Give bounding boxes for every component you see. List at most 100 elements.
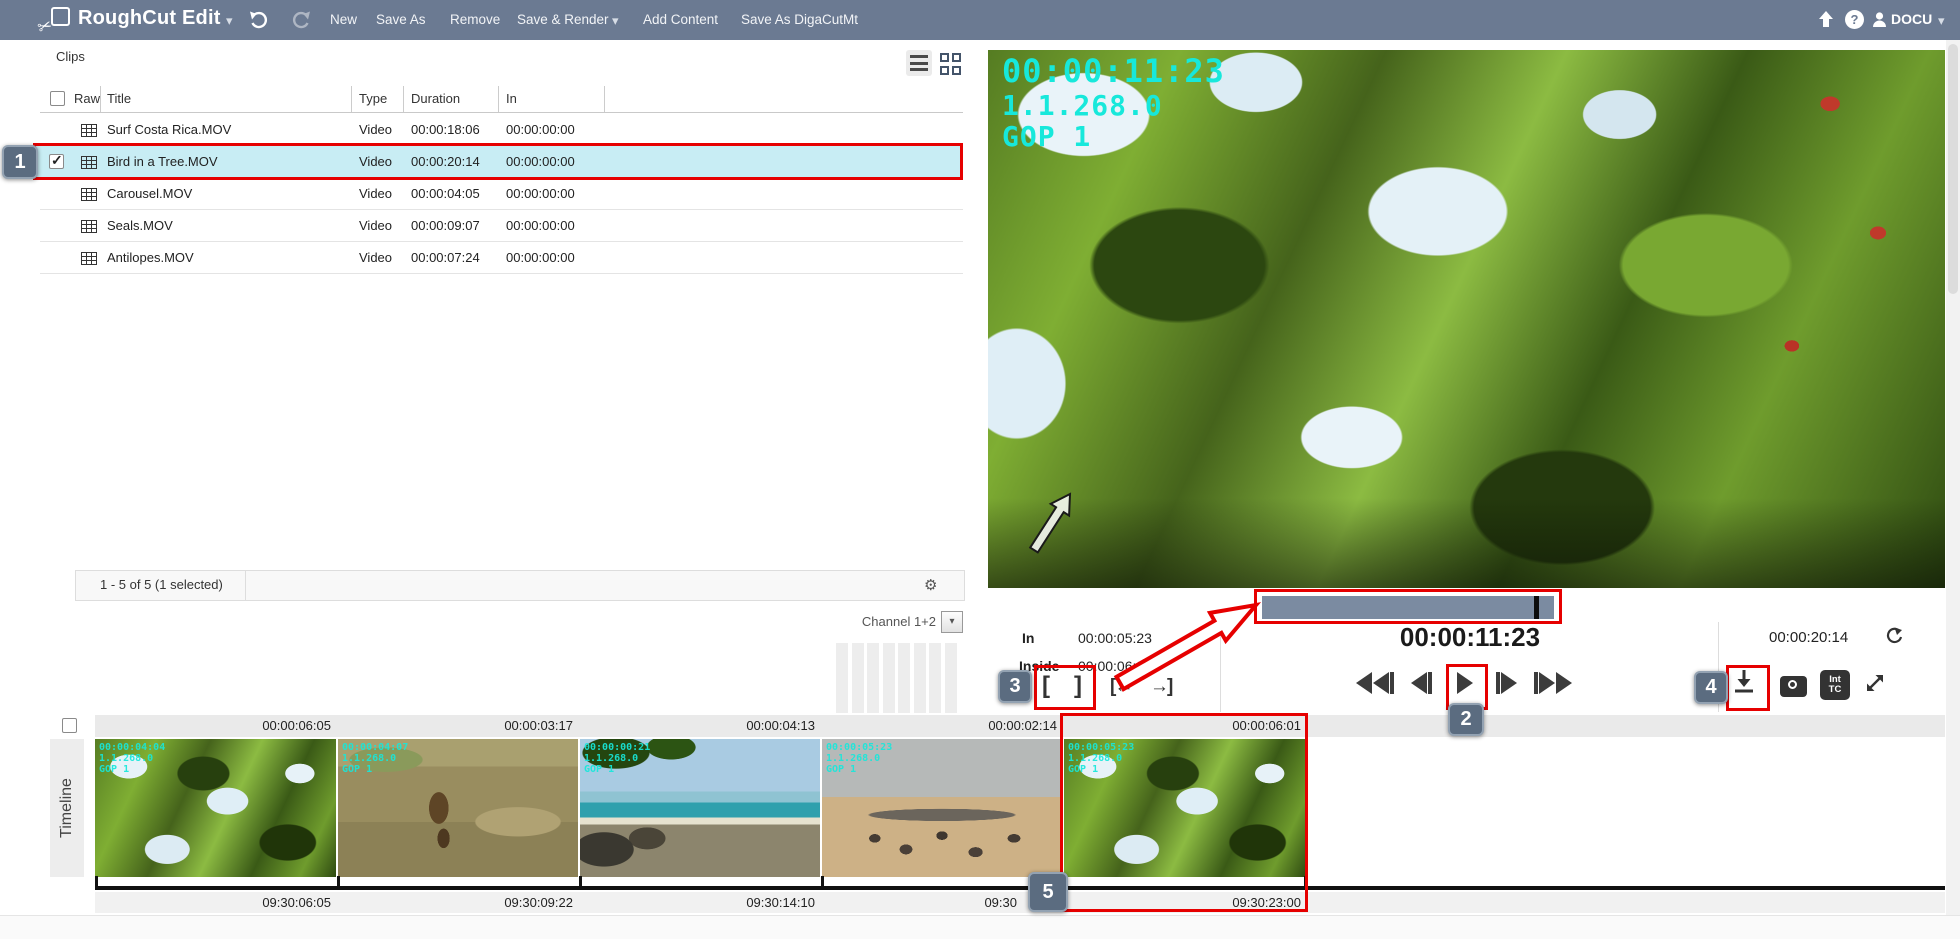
vertical-scrollbar[interactable]	[1946, 40, 1960, 939]
help-icon[interactable]: ?	[1845, 10, 1864, 29]
column-header-duration[interactable]: Duration	[411, 91, 460, 106]
channel-label: Channel 1+2	[836, 614, 936, 629]
save-render-button[interactable]: Save & Render	[517, 12, 609, 27]
step-forward-button[interactable]	[1496, 672, 1517, 694]
upload-icon[interactable]	[1817, 10, 1835, 29]
raw-clip-icon	[81, 124, 97, 137]
clip-type: Video	[359, 250, 392, 265]
next-clip-button[interactable]	[1534, 672, 1572, 694]
segment-duration: 00:00:02:14	[822, 716, 1062, 736]
list-view-icon[interactable]	[906, 50, 932, 76]
app-logo-icon: ✂	[40, 6, 70, 34]
app-title[interactable]: RoughCut Edit	[78, 7, 221, 30]
annotation-badge-3: 3	[998, 670, 1032, 703]
previous-clip-button[interactable]	[1356, 672, 1394, 694]
audio-level-meters	[836, 643, 962, 713]
overlay-version: 1.1.268.0	[1002, 90, 1225, 121]
header-divider	[40, 112, 963, 113]
annotation-badge-2: 2	[1448, 703, 1484, 736]
in-label: In	[1022, 630, 1034, 646]
vertical-scrollbar-thumb[interactable]	[1948, 44, 1958, 294]
channel-select[interactable]	[941, 611, 963, 633]
annotation-box-seek-bar	[1254, 589, 1562, 624]
column-header-in[interactable]: In	[506, 91, 517, 106]
mouse-cursor-arrow	[1026, 486, 1082, 556]
row-divider	[40, 241, 963, 242]
refresh-icon[interactable]	[1884, 627, 1902, 645]
row-divider	[40, 273, 963, 274]
segment-source-timecode: 09:30:14:10	[580, 893, 820, 913]
annotation-box-selected-clip	[33, 143, 963, 180]
timeline-clip-thumbnail[interactable]: 00:00:00:211.1.268.0GOP 1	[580, 739, 820, 877]
timeline-clip-thumbnail[interactable]: 00:00:04:071.1.268.0GOP 1	[338, 739, 578, 877]
timeline-clip-thumbnail[interactable]: 00:00:04:041.1.268.0GOP 1	[95, 739, 336, 877]
user-icon[interactable]	[1871, 11, 1888, 28]
save-as-digacutmt-button[interactable]: Save As DigaCutMt	[741, 12, 858, 27]
undo-icon[interactable]	[248, 10, 268, 30]
row-divider	[40, 209, 963, 210]
new-button[interactable]: New	[330, 12, 357, 27]
overlay-gop: GOP 1	[1002, 121, 1225, 152]
clip-in: 00:00:00:00	[506, 122, 575, 137]
clip-in: 00:00:00:00	[506, 250, 575, 265]
timeline-ruler[interactable]	[95, 886, 1945, 890]
ruler-tick	[95, 876, 98, 886]
clip-title: Carousel.MOV	[107, 186, 192, 201]
annotation-badge-4: 4	[1694, 671, 1728, 704]
user-name[interactable]: DOCU	[1891, 11, 1932, 27]
clip-title: Antilopes.MOV	[107, 250, 194, 265]
clip-duration: 00:00:09:07	[411, 218, 480, 233]
save-as-button[interactable]: Save As	[376, 12, 426, 27]
column-divider	[351, 86, 352, 112]
app-title-chevron-icon[interactable]: ▾	[226, 13, 233, 29]
internal-timecode-toggle[interactable]: Int TC	[1820, 670, 1850, 700]
segment-source-timecode: 09:30	[822, 893, 1022, 913]
column-header-type[interactable]: Type	[359, 91, 387, 106]
clip-type: Video	[359, 186, 392, 201]
int-tc-line2: TC	[1820, 685, 1850, 695]
add-content-button[interactable]: Add Content	[643, 12, 718, 27]
clip-title: Seals.MOV	[107, 218, 173, 233]
segment-duration: 00:00:04:13	[580, 716, 820, 736]
timeline-select-checkbox[interactable]	[62, 718, 77, 733]
column-header-title[interactable]: Title	[107, 91, 131, 106]
clips-count-status: 1 - 5 of 5 (1 selected)	[100, 577, 223, 592]
ruler-tick	[579, 876, 582, 886]
clip-duration: 00:00:07:24	[411, 250, 480, 265]
clip-title: Surf Costa Rica.MOV	[107, 122, 231, 137]
snapshot-camera-icon[interactable]	[1780, 676, 1807, 697]
column-divider	[403, 86, 404, 112]
step-back-button[interactable]	[1411, 672, 1432, 694]
video-timecode-overlay: 00:00:11:23 1.1.268.0 GOP 1	[1002, 54, 1225, 153]
annotation-box-download	[1726, 665, 1770, 711]
save-render-chevron-icon[interactable]: ▾	[612, 13, 619, 29]
clip-in: 00:00:00:00	[506, 218, 575, 233]
annotation-badge-5: 5	[1028, 872, 1068, 912]
column-divider	[100, 86, 101, 112]
redo-icon[interactable]	[292, 10, 312, 30]
raw-clip-icon	[81, 252, 97, 265]
segment-source-timecode: 09:30:06:05	[95, 893, 336, 913]
user-chevron-icon[interactable]: ▾	[1938, 13, 1945, 29]
timeline-clip-thumbnail[interactable]: 00:00:05:231.1.268.0GOP 1	[822, 739, 1062, 877]
fullscreen-icon[interactable]	[1864, 672, 1886, 694]
grid-view-icon[interactable]	[940, 53, 962, 75]
status-divider	[245, 570, 246, 601]
raw-clip-icon	[81, 220, 97, 233]
segment-duration: 00:00:06:05	[95, 716, 336, 736]
select-all-checkbox[interactable]	[50, 91, 65, 106]
toolbar: ✂ RoughCut Edit ▾ New Save As Remove Sav…	[0, 0, 1960, 40]
current-timecode: 00:00:11:23	[1385, 622, 1555, 653]
clip-duration: 00:00:18:06	[411, 122, 480, 137]
overlay-timecode: 00:00:11:23	[1002, 54, 1225, 90]
horizontal-scrollbar[interactable]: ‹ ›	[0, 915, 1960, 939]
clip-type: Video	[359, 218, 392, 233]
ruler-tick	[337, 876, 340, 886]
raw-clip-icon	[81, 188, 97, 201]
gear-icon[interactable]	[924, 576, 937, 594]
remove-button[interactable]: Remove	[450, 12, 500, 27]
annotation-arrow	[1108, 585, 1268, 695]
column-header-raw[interactable]: Raw	[74, 91, 100, 106]
annotation-box-timeline-clip	[1060, 713, 1308, 912]
annotation-box-mark-buttons	[1034, 665, 1096, 710]
